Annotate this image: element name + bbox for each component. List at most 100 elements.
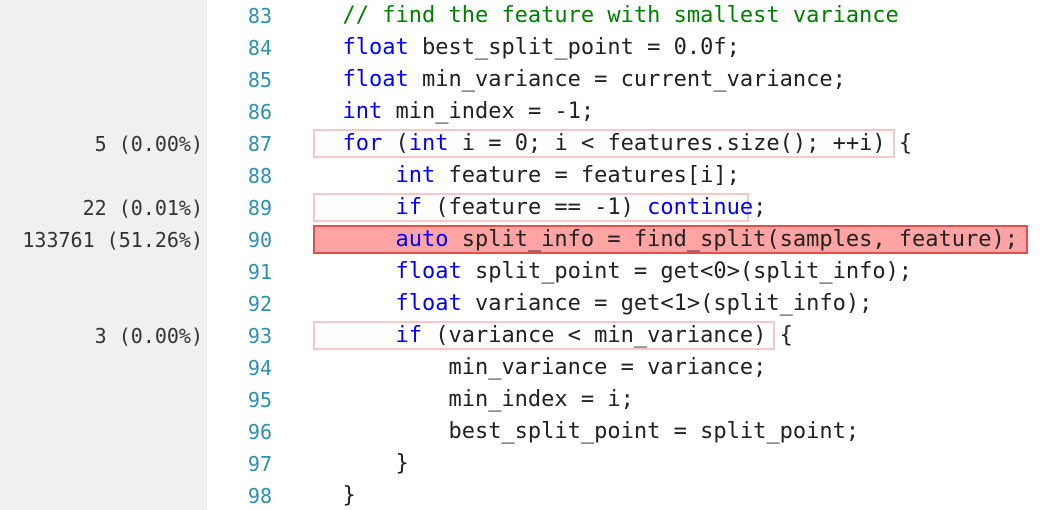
line-number[interactable]: 98	[212, 480, 272, 510]
line-number[interactable]: 93	[212, 320, 272, 352]
line-number[interactable]: 83	[212, 0, 272, 32]
code-line-91[interactable]: 91 float split_point = get<0>(split_info…	[0, 256, 1050, 288]
code-line-92[interactable]: 92 float variance = get<1>(split_info);	[0, 288, 1050, 320]
keyword-token: float	[395, 291, 462, 316]
line-number[interactable]: 89	[212, 192, 272, 224]
keyword-token: float	[342, 67, 409, 92]
code-text[interactable]: float variance = get<1>(split_info);	[316, 288, 872, 320]
keyword-token: if	[395, 195, 422, 220]
code-line-94[interactable]: 94 min_variance = variance;	[0, 352, 1050, 384]
line-number[interactable]: 95	[212, 384, 272, 416]
sample-count	[0, 480, 203, 510]
sample-count	[0, 96, 203, 128]
code-text[interactable]: min_variance = variance;	[316, 352, 766, 384]
code-text[interactable]: float best_split_point = 0.0f;	[316, 32, 740, 64]
code-line-85[interactable]: 85 float min_variance = current_variance…	[0, 64, 1050, 96]
sample-count	[0, 256, 203, 288]
code-text[interactable]: best_split_point = split_point;	[316, 416, 859, 448]
code-text[interactable]: // find the feature with smallest varian…	[316, 0, 899, 32]
sample-count: 3 (0.00%)	[94, 324, 203, 348]
code-token: (	[382, 131, 409, 156]
code-line-93[interactable]: 3 (0.00%) 93 if (variance < min_variance)…	[0, 320, 1050, 352]
sample-count	[0, 288, 203, 320]
line-number[interactable]: 87	[212, 128, 272, 160]
sample-count: 5 (0.00%)	[94, 132, 203, 156]
line-number[interactable]: 92	[212, 288, 272, 320]
code-text[interactable]: int min_index = -1;	[316, 96, 595, 128]
line-number[interactable]: 86	[212, 96, 272, 128]
code-line-96[interactable]: 96 best_split_point = split_point;	[0, 416, 1050, 448]
keyword-token: for	[342, 131, 383, 156]
line-number[interactable]: 88	[212, 160, 272, 192]
code-text[interactable]: min_index = i;	[316, 384, 634, 416]
keyword-token: float	[395, 259, 462, 284]
code-text[interactable]: float split_point = get<0>(split_info);	[316, 256, 912, 288]
sample-count: 22 (0.01%)	[82, 196, 203, 220]
profiler-source-view: 83 // find the feature with smallest var…	[0, 0, 1050, 510]
code-line-83[interactable]: 83 // find the feature with smallest var…	[0, 0, 1050, 32]
code-text[interactable]: if (feature == -1) continue;	[316, 192, 766, 224]
sample-count	[0, 352, 203, 384]
line-number[interactable]: 97	[212, 448, 272, 480]
sample-count	[0, 384, 203, 416]
sample-count: 133761 (51.26%)	[22, 228, 203, 252]
code-token: split_point = get<0>(split_info);	[461, 259, 913, 284]
line-number[interactable]: 85	[212, 64, 272, 96]
code-token: split_info = find_split(samples, feature…	[448, 227, 1019, 252]
line-number[interactable]: 90	[212, 224, 272, 256]
line-number[interactable]: 94	[212, 352, 272, 384]
code-line-84[interactable]: 84 float best_split_point = 0.0f;	[0, 32, 1050, 64]
sample-count	[0, 448, 203, 480]
keyword-token: continue	[647, 195, 754, 220]
keyword-token: int	[395, 163, 436, 188]
code-text[interactable]: for (int i = 0; i < features.size(); ++i…	[316, 128, 913, 160]
code-line-89[interactable]: 22 (0.01%) 89 if (feature == -1) continue…	[0, 192, 1050, 224]
code-line-88[interactable]: 88 int feature = features[i];	[0, 160, 1050, 192]
code-line-86[interactable]: 86 int min_index = -1;	[0, 96, 1050, 128]
sample-count	[0, 32, 203, 64]
keyword-token: if	[395, 323, 422, 348]
code-token: min_index = i;	[342, 387, 634, 412]
code-line-95[interactable]: 95 min_index = i;	[0, 384, 1050, 416]
code-token: min_index = -1;	[382, 99, 595, 124]
code-text[interactable]: if (variance < min_variance) {	[316, 320, 793, 352]
code-line-90[interactable]: 133761 (51.26%) 90 auto split_info = find…	[0, 224, 1050, 256]
line-number[interactable]: 96	[212, 416, 272, 448]
code-text[interactable]: }	[316, 448, 409, 480]
code-text[interactable]: int feature = features[i];	[316, 160, 739, 192]
code-token: best_split_point = 0.0f;	[408, 35, 740, 60]
code-line-98[interactable]: 98 }	[0, 480, 1050, 510]
code-line-97[interactable]: 97 }	[0, 448, 1050, 480]
code-token: variance = get<1>(split_info);	[461, 291, 873, 316]
sample-count	[0, 64, 203, 96]
keyword-token: float	[342, 35, 409, 60]
code-token: min_variance = variance;	[342, 355, 767, 380]
code-token: }	[342, 483, 356, 508]
sample-count	[0, 160, 203, 192]
line-number[interactable]: 91	[212, 256, 272, 288]
code-token: ;	[753, 195, 767, 220]
code-line-87[interactable]: 5 (0.00%) 87 for (int i = 0; i < features…	[0, 128, 1050, 160]
code-token: (variance < min_variance) {	[421, 323, 793, 348]
code-text[interactable]: }	[316, 480, 356, 510]
line-number[interactable]: 84	[212, 32, 272, 64]
code-text[interactable]: auto split_info = find_split(samples, fe…	[316, 224, 1018, 256]
code-text[interactable]: float min_variance = current_variance;	[316, 64, 846, 96]
code-token: }	[342, 451, 409, 476]
comment-token: // find the feature with smallest varian…	[342, 3, 899, 28]
code-token: (feature == -1)	[421, 195, 648, 220]
